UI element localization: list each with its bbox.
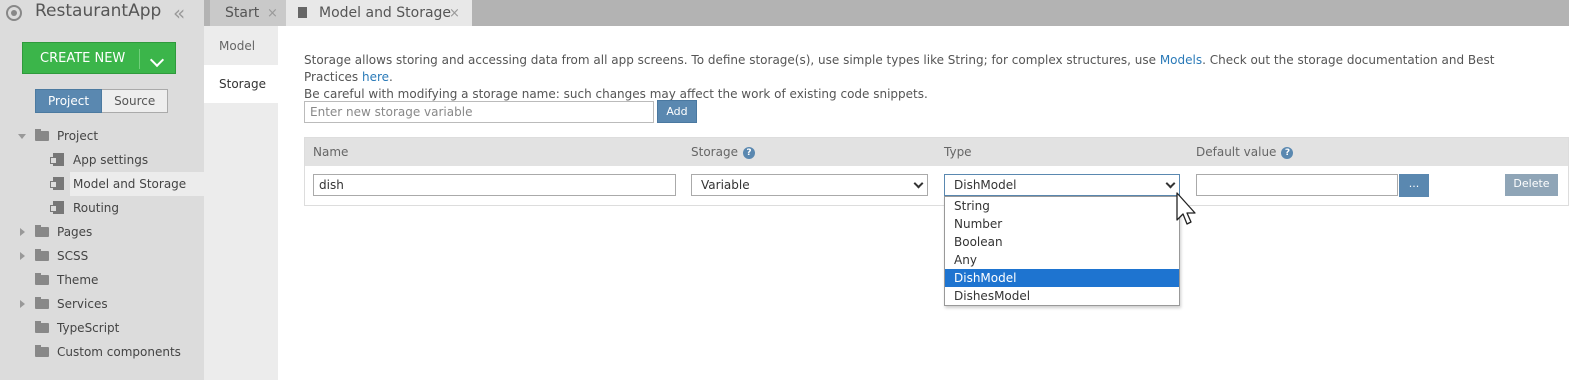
app-title: RestaurantApp: [35, 1, 162, 21]
tree-item-label: App settings: [73, 153, 149, 167]
folder-icon: [35, 129, 49, 141]
expand-arrow-icon[interactable]: [18, 134, 26, 139]
column-header-label: Storage: [691, 145, 738, 159]
tree-item-pages[interactable]: Pages: [18, 220, 204, 244]
folder-icon: [35, 225, 49, 237]
tree-item-label: TypeScript: [57, 321, 120, 335]
storage-description: Storage allows storing and accessing dat…: [304, 52, 1534, 103]
create-new-label: CREATE NEW: [40, 51, 126, 66]
add-storage-button[interactable]: Add: [657, 100, 697, 123]
create-new-button[interactable]: CREATE NEW: [22, 42, 176, 74]
tree-item-label: Theme: [57, 273, 99, 287]
app-header: RestaurantApp «: [0, 0, 204, 26]
type-option[interactable]: String: [945, 197, 1179, 215]
tree-item-typescript[interactable]: TypeScript: [18, 316, 204, 340]
type-option[interactable]: Boolean: [945, 233, 1179, 251]
source-tab-button[interactable]: Source: [102, 89, 169, 113]
mouse-pointer-icon: [1176, 192, 1196, 225]
select-value: Variable: [701, 178, 750, 192]
tree-item-label: Routing: [73, 201, 120, 215]
folder-icon: [35, 273, 49, 285]
storage-table: Name Storage? Type Default value? dish V…: [304, 137, 1569, 206]
type-option[interactable]: DishesModel: [945, 287, 1179, 305]
folder-icon: [35, 345, 49, 357]
description-text: .: [389, 70, 393, 84]
tree-item-custom-components[interactable]: Custom components: [18, 340, 204, 364]
expand-arrow-icon[interactable]: [20, 252, 25, 260]
expand-arrow-icon[interactable]: [20, 228, 25, 236]
chevron-down-icon: [913, 178, 924, 189]
tab-label: Model and Storage: [319, 5, 452, 21]
here-link[interactable]: here: [362, 70, 389, 84]
new-storage-variable-input[interactable]: [304, 101, 654, 123]
tree-item-routing[interactable]: Routing: [50, 196, 204, 220]
type-option-selected[interactable]: DishModel: [945, 269, 1179, 287]
tree-item-label: Project: [57, 129, 99, 143]
folder-icon: [35, 297, 49, 309]
storage-name-field[interactable]: dish: [313, 174, 676, 196]
close-icon[interactable]: ×: [449, 6, 460, 21]
tree-item-services[interactable]: Services: [18, 292, 204, 316]
storage-panel: Storage allows storing and accessing dat…: [278, 26, 1569, 380]
tree-item-project[interactable]: Project: [18, 124, 204, 148]
collapse-sidebar-icon[interactable]: «: [173, 1, 185, 25]
column-header-storage: Storage?: [691, 145, 755, 159]
tree-item-label: Custom components: [57, 345, 181, 359]
type-dropdown-list: String Number Boolean Any DishModel Dish…: [944, 196, 1180, 306]
models-link[interactable]: Models: [1160, 53, 1202, 67]
tree-item-label: Model and Storage: [73, 177, 187, 191]
description-text: Storage allows storing and accessing dat…: [304, 53, 1160, 67]
file-icon: [50, 153, 64, 166]
project-source-toggle: Project Source: [35, 89, 169, 113]
subnav-model[interactable]: Model: [204, 27, 278, 65]
description-line-1: Storage allows storing and accessing dat…: [304, 52, 1534, 86]
create-new-divider: [139, 49, 140, 69]
editor-tab-bar: Start × Model and Storage ×: [204, 0, 1569, 26]
tree-item-label: Services: [57, 297, 108, 311]
tab-model-and-storage[interactable]: Model and Storage ×: [286, 0, 472, 26]
model-storage-subnav: Model Storage: [204, 26, 278, 380]
folder-icon: [35, 249, 49, 261]
help-icon[interactable]: ?: [742, 147, 755, 159]
chevron-down-icon[interactable]: [149, 52, 165, 68]
type-option[interactable]: Any: [945, 251, 1179, 269]
help-icon[interactable]: ?: [1281, 147, 1294, 159]
default-value-more-button[interactable]: ...: [1399, 174, 1429, 197]
storage-type-select[interactable]: DishModel: [944, 174, 1180, 196]
tree-item-model-and-storage[interactable]: Model and Storage: [50, 172, 204, 196]
app-logo-icon: [6, 5, 22, 21]
type-option[interactable]: Number: [945, 215, 1179, 233]
file-icon: [50, 177, 64, 190]
tree-item-scss[interactable]: SCSS: [18, 244, 204, 268]
tree-item-label: Pages: [57, 225, 93, 239]
column-header-default-value: Default value?: [1196, 145, 1294, 159]
tree-item-app-settings[interactable]: App settings: [50, 148, 204, 172]
subnav-label: Model: [219, 39, 256, 53]
expand-arrow-icon[interactable]: [20, 300, 25, 308]
file-icon: [298, 7, 307, 18]
folder-icon: [35, 321, 49, 333]
left-sidebar: RestaurantApp « CREATE NEW Project Sourc…: [0, 0, 204, 380]
storage-kind-select[interactable]: Variable: [691, 174, 928, 196]
select-value: DishModel: [954, 178, 1017, 192]
close-icon[interactable]: ×: [267, 6, 278, 21]
tab-start[interactable]: Start ×: [210, 0, 286, 26]
column-header-label: Default value: [1196, 145, 1277, 159]
table-header: Name Storage? Type Default value?: [305, 138, 1568, 166]
subnav-storage[interactable]: Storage: [204, 65, 278, 103]
column-header-type: Type: [944, 145, 972, 159]
tree-item-theme[interactable]: Theme: [18, 268, 204, 292]
delete-storage-button[interactable]: Delete: [1505, 174, 1558, 196]
tab-label: Start: [225, 5, 260, 21]
file-icon: [50, 201, 64, 214]
project-tab-button[interactable]: Project: [35, 89, 103, 113]
chevron-down-icon: [1165, 178, 1176, 189]
default-value-field[interactable]: [1196, 174, 1398, 196]
tree-item-label: SCSS: [57, 249, 89, 263]
subnav-label: Storage: [219, 77, 266, 91]
column-header-name: Name: [313, 145, 349, 159]
